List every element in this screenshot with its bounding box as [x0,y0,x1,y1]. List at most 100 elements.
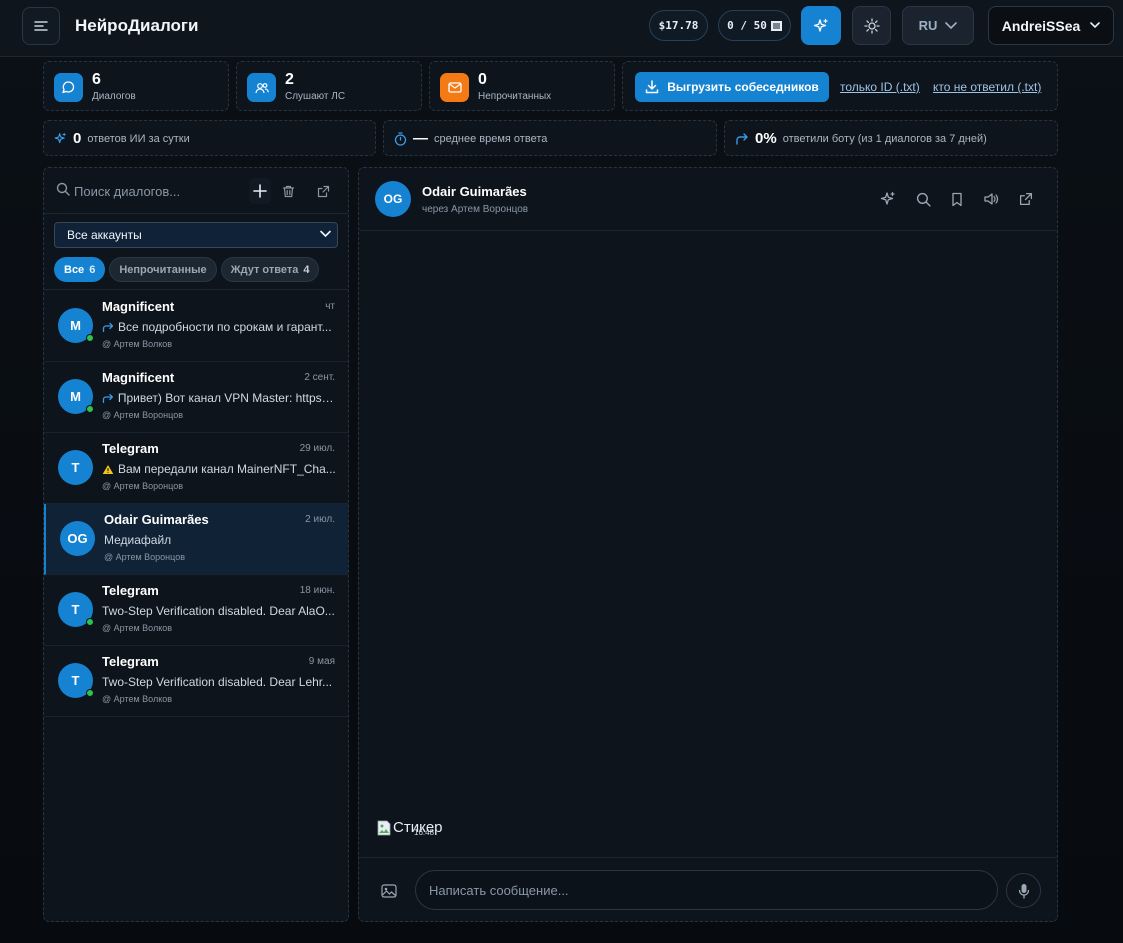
language-value: RU [918,18,938,33]
dialog-preview: Вам передали канал MainerNFT_Cha... [102,462,336,476]
metric-ai-replies: 0 ответов ИИ за сутки [43,120,376,156]
chat-panel: OG Odair Guimarães через Артем Воронцов … [358,167,1058,922]
dialog-item[interactable]: T Telegram 29 июл. Вам передали канал Maine… [44,433,348,504]
avg-time-value: — [413,130,428,147]
dialog-account: @ Артем Воронцов [102,410,183,420]
dialog-item[interactable]: OG Odair Guimarães 2 июл. Медиафайл @ Артем … [44,504,348,575]
dialog-account-name: Артем Воронцов [113,410,183,420]
export-card: Выгрузить собеседников только ID (.txt) … [622,61,1058,111]
dialog-preview: Медиафайл [104,533,338,547]
bot-reply-label: ответили боту (из 1 диалогов за 7 дней) [782,132,987,145]
stat-card-unread: 0 Непрочитанных [429,61,615,111]
dialog-name: Telegram [102,654,159,669]
export-ids-link[interactable]: только ID (.txt) [840,80,920,94]
online-indicator [86,334,94,342]
dialog-preview-text: Two-Step Verification disabled. Dear Leh… [102,675,333,689]
quota-value: 0 / 50 [727,19,767,32]
volume-icon [984,193,999,205]
avatar-initials: T [71,602,80,617]
open-external-button[interactable] [312,178,334,204]
chat-search-button[interactable] [914,190,932,208]
filter-label: Ждут ответа [230,263,299,276]
listening-count: 2 [285,71,294,88]
ai-assistant-button[interactable] [801,6,841,45]
dialog-preview-text: Все подробности по срокам и гарант... [118,320,332,334]
metric-avg-time: — среднее время ответа [383,120,717,156]
dialog-item[interactable]: T Telegram 9 мая Two-Step Verification disa… [44,646,348,717]
menu-toggle-button[interactable] [22,7,60,45]
user-menu-button[interactable]: AndreiSSea [988,6,1114,45]
dialogs-label: Диалогов [92,91,136,102]
chat-contact-name: Odair Guimarães [422,184,527,199]
theme-toggle-button[interactable] [852,6,891,45]
avatar[interactable]: OG [375,181,411,217]
chat-bubble-icon [54,73,83,102]
voice-message-button[interactable] [1006,873,1041,908]
ai-reply-button[interactable] [879,190,897,208]
reply-arrow-icon [736,132,748,145]
bookmark-button[interactable] [948,190,966,208]
user-name: AndreiSSea [1001,17,1081,34]
avatar: M [58,308,94,343]
dialog-name: Telegram [102,441,159,456]
filter-all[interactable]: Все 6 [54,257,106,282]
filter-unread[interactable]: Непрочитанные [109,257,217,282]
attach-image-button[interactable] [381,884,399,900]
ai-replies-label: ответов ИИ за сутки [87,132,190,145]
filter-awaiting[interactable]: Ждут ответа 4 [220,257,320,282]
sound-button[interactable] [982,190,1000,208]
dialog-item[interactable]: M Magnificent 2 сент. Привет) Вот канал VPN… [44,362,348,433]
forward-icon [102,393,114,403]
metric-bot-reply: 0% ответили боту (из 1 диалогов за 7 дне… [724,120,1058,156]
message-input[interactable] [415,870,998,910]
sparkles-icon [880,191,895,205]
listening-label: Слушают ЛС [285,91,346,102]
filter-count: 6 [89,263,96,276]
chevron-down-icon [945,21,958,29]
open-external-button[interactable] [1017,190,1035,208]
ai-replies-value: 0 [73,130,82,147]
export-unanswered-link[interactable]: кто не ответил (.txt) [933,80,1041,94]
dialog-account: @ Артем Волков [102,623,173,633]
online-indicator [86,618,94,626]
chat-via-account: через Артем Воронцов [422,204,529,215]
dialog-preview: Привет) Вот канал VPN Master: https:/... [102,391,336,405]
dialog-date: чт [325,301,335,312]
add-dialog-button[interactable] [249,178,271,204]
dialog-preview-text: Two-Step Verification disabled. Dear Ala… [102,604,335,618]
bookmark-icon [952,192,962,206]
filter-label: Все [64,263,85,276]
unread-label: Непрочитанных [478,91,552,102]
dialog-date: 2 июл. [305,514,335,525]
dialogs-count: 6 [92,71,101,88]
account-select[interactable]: Все аккаунты [54,222,338,248]
export-contacts-button[interactable]: Выгрузить собеседников [635,72,829,102]
dialog-account-name: Артем Волков [113,339,173,349]
unread-count: 0 [478,71,487,88]
mail-icon [440,73,469,102]
search-input[interactable] [74,180,244,202]
users-icon [247,73,276,102]
chevron-down-icon [1090,22,1101,29]
dialog-item[interactable]: T Telegram 18 июн. Two-Step Verification di… [44,575,348,646]
language-select[interactable]: RU [902,6,974,45]
avatar: T [58,663,94,698]
dialog-preview-text: Вам передали канал MainerNFT_Cha... [118,462,336,476]
avatar: T [58,592,94,627]
dialog-item[interactable]: M Magnificent чт Все подробности по срокам … [44,291,348,362]
top-bar: НейроДиалоги $17.78 0 / 50 RU AndreiSSea [0,0,1123,57]
app-title: НейроДиалоги [75,16,199,35]
delete-button[interactable] [277,178,299,204]
external-link-icon [317,185,329,197]
dialog-preview: Все подробности по срокам и гарант... [102,320,336,334]
dialog-account: @ Артем Воронцов [104,552,185,562]
avatar: M [58,379,94,414]
menu-icon [34,21,48,31]
avatar-initials: OG [67,531,88,546]
chevron-down-icon [320,230,331,238]
timer-icon [394,131,407,146]
balance-badge[interactable]: $17.78 [649,10,708,41]
dialog-date: 2 сент. [304,372,335,383]
filter-count: 4 [303,263,310,276]
quota-badge[interactable]: 0 / 50 [718,10,791,41]
